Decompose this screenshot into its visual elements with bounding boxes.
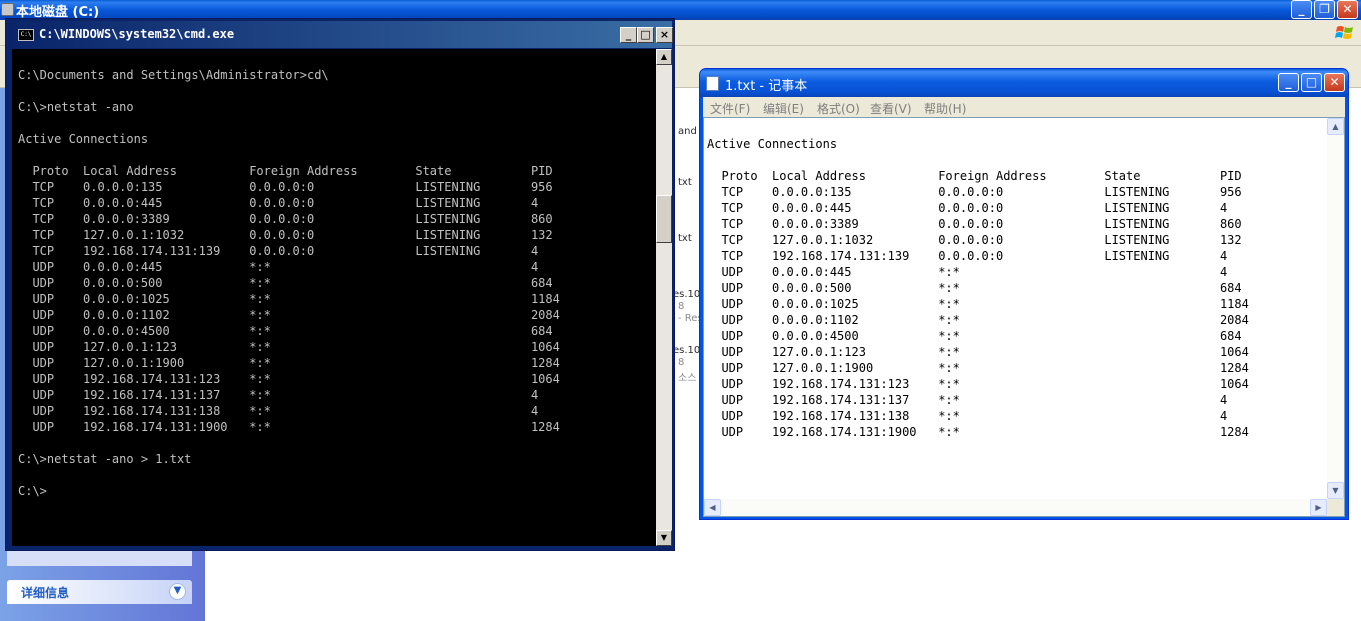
drive-icon	[1, 3, 14, 16]
cmd-minimize-button[interactable]: _	[620, 27, 637, 43]
file-fragment: es.10	[673, 289, 701, 300]
notepad-titlebar[interactable]: 1.txt - 记事本 _ □ ✕	[700, 69, 1348, 97]
cmd-title: C:\WINDOWS\system32\cmd.exe	[39, 27, 235, 41]
cmd-titlebar[interactable]: C:\ C:\WINDOWS\system32\cmd.exe _ □ ×	[8, 21, 673, 48]
cmd-console-area[interactable]: C:\Documents and Settings\Administrator>…	[12, 49, 656, 546]
desktop-screen: 本地磁盘 (C:) _ ❐ ✕ 详细信息 ▼ and txt txt es.10…	[0, 0, 1361, 621]
notepad-maximize-button[interactable]: □	[1301, 73, 1322, 92]
console-icon[interactable]: C:\	[18, 29, 34, 41]
notepad-text-area[interactable]: Active Connections Proto Local Address F…	[703, 117, 1345, 517]
scroll-down-arrow-icon[interactable]: ▼	[1327, 482, 1344, 499]
file-fragment: txt	[678, 233, 692, 244]
explorer-close-button[interactable]: ✕	[1337, 0, 1358, 19]
file-fragment: 소스	[678, 373, 697, 384]
cmd-console-output: C:\Documents and Settings\Administrator>…	[18, 68, 560, 498]
notepad-title: 1.txt - 记事本	[725, 79, 808, 94]
file-fragment: 8	[678, 301, 685, 312]
cmd-window: C:\ C:\WINDOWS\system32\cmd.exe _ □ × C:…	[5, 18, 675, 551]
notepad-horizontal-scrollbar[interactable]: ◀ ▶	[704, 499, 1327, 516]
explorer-maximize-button[interactable]: ❐	[1314, 0, 1335, 19]
cmd-scroll-thumb[interactable]	[656, 195, 672, 243]
windows-flag-icon	[1335, 26, 1353, 39]
explorer-minimize-button[interactable]: _	[1291, 0, 1312, 19]
scroll-right-arrow-icon[interactable]: ▶	[1310, 499, 1327, 516]
scroll-up-arrow-icon[interactable]: ▲	[1327, 118, 1344, 135]
cmd-vertical-scrollbar[interactable]: ▲ ▼	[656, 49, 672, 546]
menu-view[interactable]: 查看(V)	[870, 100, 912, 117]
details-panel-header[interactable]: 详细信息 ▼	[7, 580, 192, 604]
cmd-close-button[interactable]: ×	[656, 27, 673, 43]
file-fragment: 8	[678, 357, 685, 368]
scroll-down-arrow-icon[interactable]: ▼	[656, 530, 672, 546]
details-panel-label: 详细信息	[21, 586, 70, 600]
cmd-maximize-button[interactable]: □	[637, 27, 654, 43]
scroll-left-arrow-icon[interactable]: ◀	[704, 499, 721, 516]
explorer-titlebar[interactable]: 本地磁盘 (C:) _ ❐ ✕	[0, 0, 1361, 20]
notepad-menubar: 文件(F) 编辑(E) 格式(O) 查看(V) 帮助(H)	[703, 97, 1345, 117]
notepad-window: 1.txt - 记事本 _ □ ✕ 文件(F) 编辑(E) 格式(O) 查看(V…	[699, 68, 1349, 520]
file-fragment: txt	[678, 177, 692, 188]
file-fragment: and	[678, 126, 697, 137]
menu-file[interactable]: 文件(F)	[710, 100, 750, 117]
menu-edit[interactable]: 编辑(E)	[763, 100, 804, 117]
notepad-minimize-button[interactable]: _	[1278, 73, 1299, 92]
notepad-icon[interactable]	[706, 76, 719, 91]
notepad-close-button[interactable]: ✕	[1324, 73, 1345, 92]
menu-format[interactable]: 格式(O)	[817, 100, 860, 117]
notepad-vertical-scrollbar[interactable]: ▲ ▼	[1327, 118, 1344, 499]
menu-help[interactable]: 帮助(H)	[924, 100, 966, 117]
notepad-content: Active Connections Proto Local Address F…	[707, 137, 1249, 439]
size-grip[interactable]	[1327, 499, 1344, 516]
chevron-down-icon[interactable]: ▼	[169, 583, 186, 600]
file-fragment: es.10	[673, 345, 701, 356]
scroll-up-arrow-icon[interactable]: ▲	[656, 49, 672, 65]
